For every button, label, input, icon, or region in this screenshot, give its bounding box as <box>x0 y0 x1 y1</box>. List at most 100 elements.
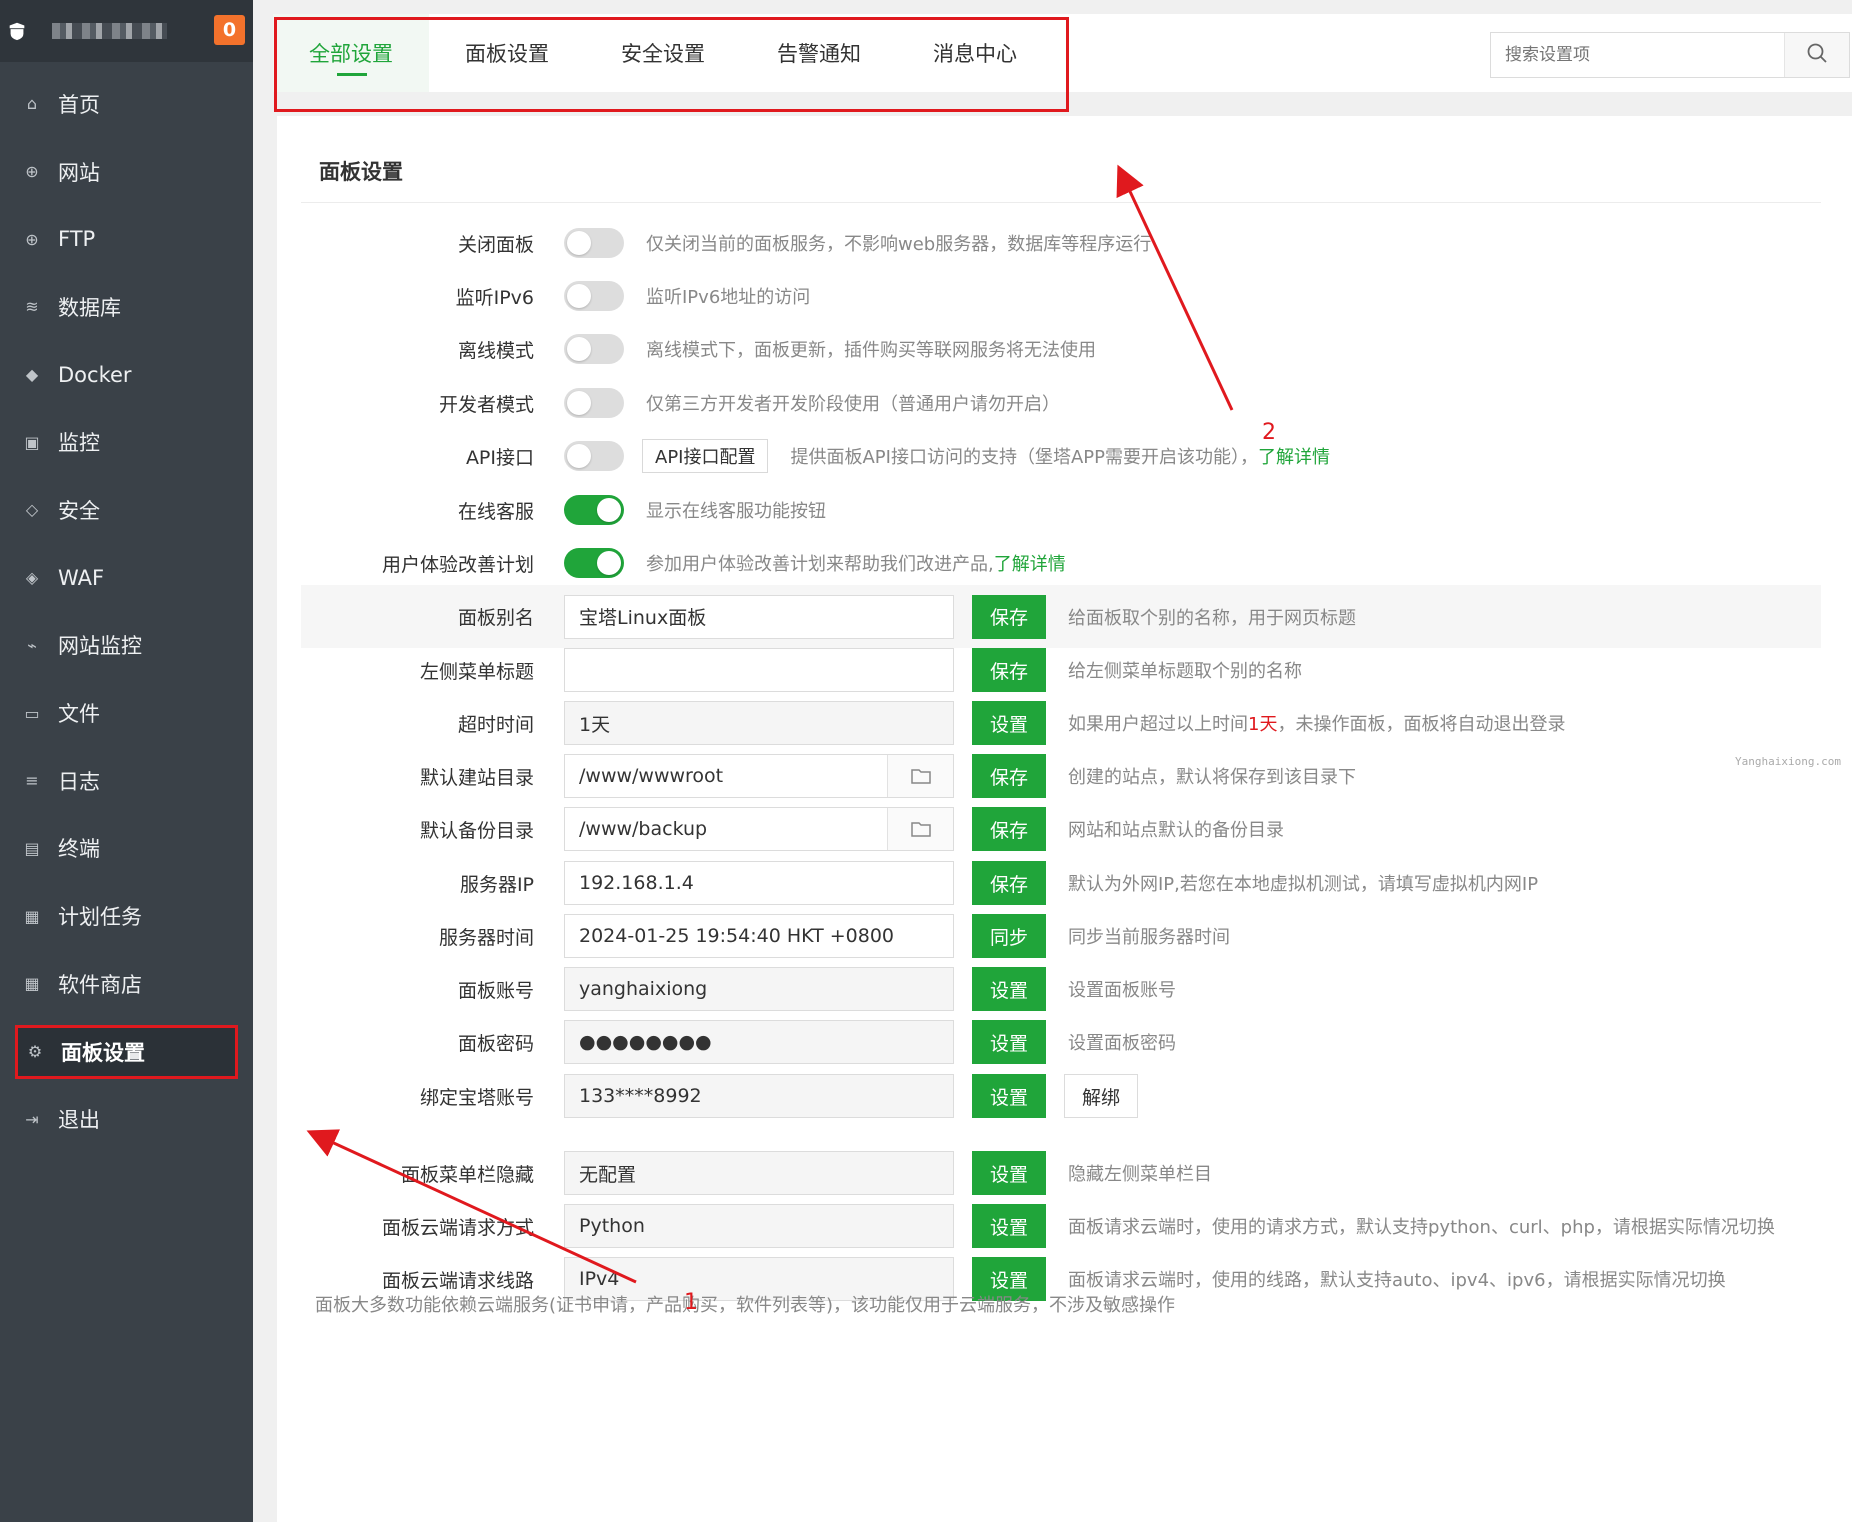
setting-label: 用户体验改善计划 <box>381 553 534 576</box>
sidebar-item-14[interactable]: ⚙ 面板设置 <box>15 1024 238 1079</box>
action-button[interactable]: 设置 <box>972 967 1046 1011</box>
input-value: /www/wwwroot <box>579 765 724 787</box>
setting-input[interactable]: yanghaixiong <box>564 967 954 1011</box>
sidebar-item-label: 终端 <box>58 837 100 862</box>
description-text: 监听IPv6地址的访问 <box>646 287 811 308</box>
description-text: 仅关闭当前的面板服务，不影响web服务器，数据库等程序运行 <box>646 234 1152 255</box>
sidebar-item-label: 软件商店 <box>58 972 142 997</box>
setting-description: 设置面板账号 <box>1068 980 1176 1001</box>
search-input[interactable] <box>1491 33 1784 77</box>
folder-icon[interactable] <box>887 808 953 850</box>
unbind-button[interactable]: 解绑 <box>1064 1074 1138 1118</box>
sidebar-item-2[interactable]: ⊕ FTP <box>0 205 253 273</box>
log-icon: ≡ <box>25 771 39 791</box>
field-row: 绑定宝塔账号 133****8992 设置 解绑 <box>301 1071 1821 1121</box>
api-config-button[interactable]: API接口配置 <box>642 439 769 473</box>
settings-search <box>1490 32 1850 78</box>
toggle-switch[interactable] <box>564 495 624 525</box>
sidebar-item-5[interactable]: ▣ 监控 <box>0 408 253 476</box>
setting-input[interactable]: 1天 <box>564 701 954 745</box>
sidebar-item-6[interactable]: ◇ 安全 <box>0 476 253 544</box>
notification-badge[interactable]: 0 <box>214 15 245 45</box>
tab-3[interactable]: 告警通知 <box>741 14 897 92</box>
setting-input[interactable] <box>564 648 954 692</box>
learn-more-link[interactable]: 了解详情 <box>994 554 1066 575</box>
setting-label: 绑定宝塔账号 <box>419 1086 534 1109</box>
setting-input[interactable]: 宝塔Linux面板 <box>564 594 954 639</box>
setting-input[interactable]: 无配置 <box>564 1151 954 1195</box>
sidebar-item-8[interactable]: ⌁ 网站监控 <box>0 612 253 680</box>
setting-label: API接口 <box>465 446 534 469</box>
setting-description: 提供面板API接口访问的支持（堡塔APP需要开启该功能），了解详情 <box>790 443 1330 469</box>
sidebar-item-10[interactable]: ≡ 日志 <box>0 747 253 815</box>
sidebar-item-15[interactable]: ⇥ 退出 <box>0 1086 253 1154</box>
shield-icon: ◇ <box>25 500 39 520</box>
toggle-row: 离线模式 离线模式下，面板更新，插件购买等联网服务将无法使用 <box>301 324 1821 374</box>
sidebar-item-7[interactable]: ◈ WAF <box>0 544 253 612</box>
sidebar-item-label: Docker <box>58 362 132 387</box>
field-row: 面板账号 yanghaixiong 设置 设置面板账号 <box>301 964 1821 1014</box>
folder-icon[interactable] <box>887 755 953 797</box>
sidebar-item-label: 计划任务 <box>58 905 142 930</box>
action-button[interactable]: 设置 <box>972 1151 1046 1195</box>
search-icon <box>1806 42 1828 68</box>
action-button[interactable]: 保存 <box>972 861 1046 905</box>
sidebar-item-3[interactable]: ≋ 数据库 <box>0 273 253 341</box>
search-button[interactable] <box>1784 33 1849 77</box>
sidebar-item-9[interactable]: ▭ 文件 <box>0 679 253 747</box>
tab-1[interactable]: 面板设置 <box>429 14 585 92</box>
toggle-switch[interactable] <box>564 228 624 258</box>
action-button[interactable]: 保存 <box>972 754 1046 798</box>
sidebar-item-13[interactable]: ▦ 软件商店 <box>0 950 253 1018</box>
sidebar-item-label: 数据库 <box>58 295 121 320</box>
sidebar-item-label: 退出 <box>58 1108 100 1133</box>
setting-label: 面板别名 <box>457 607 534 629</box>
action-button[interactable]: 设置 <box>972 1074 1046 1118</box>
action-button[interactable]: 保存 <box>972 594 1046 639</box>
setting-input[interactable]: 192.168.1.4 <box>564 861 954 905</box>
setting-label: 监听IPv6 <box>455 286 534 309</box>
sidebar-item-11[interactable]: ▤ 终端 <box>0 815 253 883</box>
learn-more-link[interactable]: 了解详情 <box>1258 447 1330 468</box>
action-button[interactable]: 保存 <box>972 807 1046 851</box>
sidebar-item-0[interactable]: ⌂ 首页 <box>0 70 253 138</box>
sidebar-item-label: 文件 <box>58 702 100 727</box>
sidebar-item-12[interactable]: ▦ 计划任务 <box>0 882 253 950</box>
setting-input[interactable]: Python <box>564 1204 954 1248</box>
tab-4[interactable]: 消息中心 <box>897 14 1053 92</box>
path-input[interactable]: /www/wwwroot <box>564 754 954 798</box>
tab-2[interactable]: 安全设置 <box>585 14 741 92</box>
description-text: 显示在线客服功能按钮 <box>646 501 826 522</box>
description-text: 离线模式下，面板更新，插件购买等联网服务将无法使用 <box>646 340 1096 361</box>
action-button[interactable]: 设置 <box>972 1204 1046 1248</box>
setting-label: 默认备份目录 <box>419 819 534 842</box>
setting-input[interactable]: 2024-01-25 19:54:40 HKT +0800 <box>564 914 954 958</box>
setting-label: 面板密码 <box>457 1032 534 1055</box>
tab-0[interactable]: 全部设置 <box>273 14 429 92</box>
action-button[interactable]: 同步 <box>972 914 1046 958</box>
logo-icon <box>6 20 28 42</box>
field-row: 面板别名 宝塔Linux面板 保存 给面板取个别的名称，用于网页标题 <box>301 585 1821 648</box>
description-text: 参加用户体验改善计划来帮助我们改进产品, <box>646 554 994 575</box>
toggle-row: 关闭面板 仅关闭当前的面板服务，不影响web服务器，数据库等程序运行 <box>301 218 1821 268</box>
toggle-row: 在线客服 显示在线客服功能按钮 <box>301 485 1821 535</box>
sidebar-item-4[interactable]: ◆ Docker <box>0 341 253 409</box>
folder-icon: ▭ <box>24 703 40 723</box>
sidebar-item-1[interactable]: ⊕ 网站 <box>0 138 253 206</box>
action-button[interactable]: 设置 <box>972 701 1046 745</box>
setting-description: 隐藏左侧菜单栏目 <box>1068 1164 1212 1185</box>
action-button[interactable]: 保存 <box>972 648 1046 692</box>
setting-label: 默认建站目录 <box>419 766 534 789</box>
setting-label: 面板云端请求方式 <box>381 1216 534 1239</box>
setting-input[interactable]: ●●●●●●●● <box>564 1020 954 1064</box>
description-text: 如果用户超过以上时间 <box>1068 714 1248 735</box>
toggle-switch[interactable] <box>564 281 624 311</box>
setting-input[interactable]: 133****8992 <box>564 1074 954 1118</box>
toggle-switch[interactable] <box>564 388 624 418</box>
toggle-switch[interactable] <box>564 441 624 471</box>
toggle-switch[interactable] <box>564 334 624 364</box>
toggle-switch[interactable] <box>564 548 624 578</box>
action-button[interactable]: 设置 <box>972 1020 1046 1064</box>
path-input[interactable]: /www/backup <box>564 807 954 851</box>
setting-label: 开发者模式 <box>438 393 534 416</box>
